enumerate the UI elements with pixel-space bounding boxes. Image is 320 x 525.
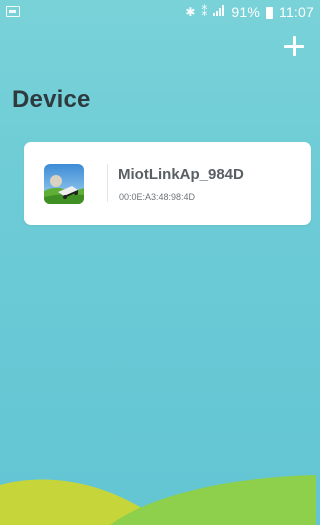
- card-divider: [107, 164, 108, 202]
- page-title: Device: [12, 86, 91, 113]
- vibrate-icon: ⁑: [201, 5, 208, 19]
- robot-mower-thumbnail: [44, 164, 84, 204]
- device-card[interactable]: MiotLinkAp_984D 00:0E:A3:48:98:4D: [24, 142, 311, 225]
- battery-icon: [266, 6, 273, 19]
- clock: 11:07: [279, 4, 314, 20]
- image-notification-icon: [6, 6, 20, 17]
- device-mac-address: 00:0E:A3:48:98:4D: [119, 192, 196, 202]
- status-right: ✱ ⁑ 91% 11:07: [185, 4, 314, 20]
- signal-icon: [213, 5, 225, 19]
- device-name: MiotLinkAp_984D: [118, 166, 244, 183]
- decorative-hills: [0, 475, 316, 525]
- status-bar: ✱ ⁑ 91% 11:07: [0, 0, 316, 26]
- battery-percent: 91%: [231, 4, 260, 20]
- bluetooth-icon: ✱: [185, 5, 196, 19]
- add-device-button[interactable]: [284, 36, 304, 56]
